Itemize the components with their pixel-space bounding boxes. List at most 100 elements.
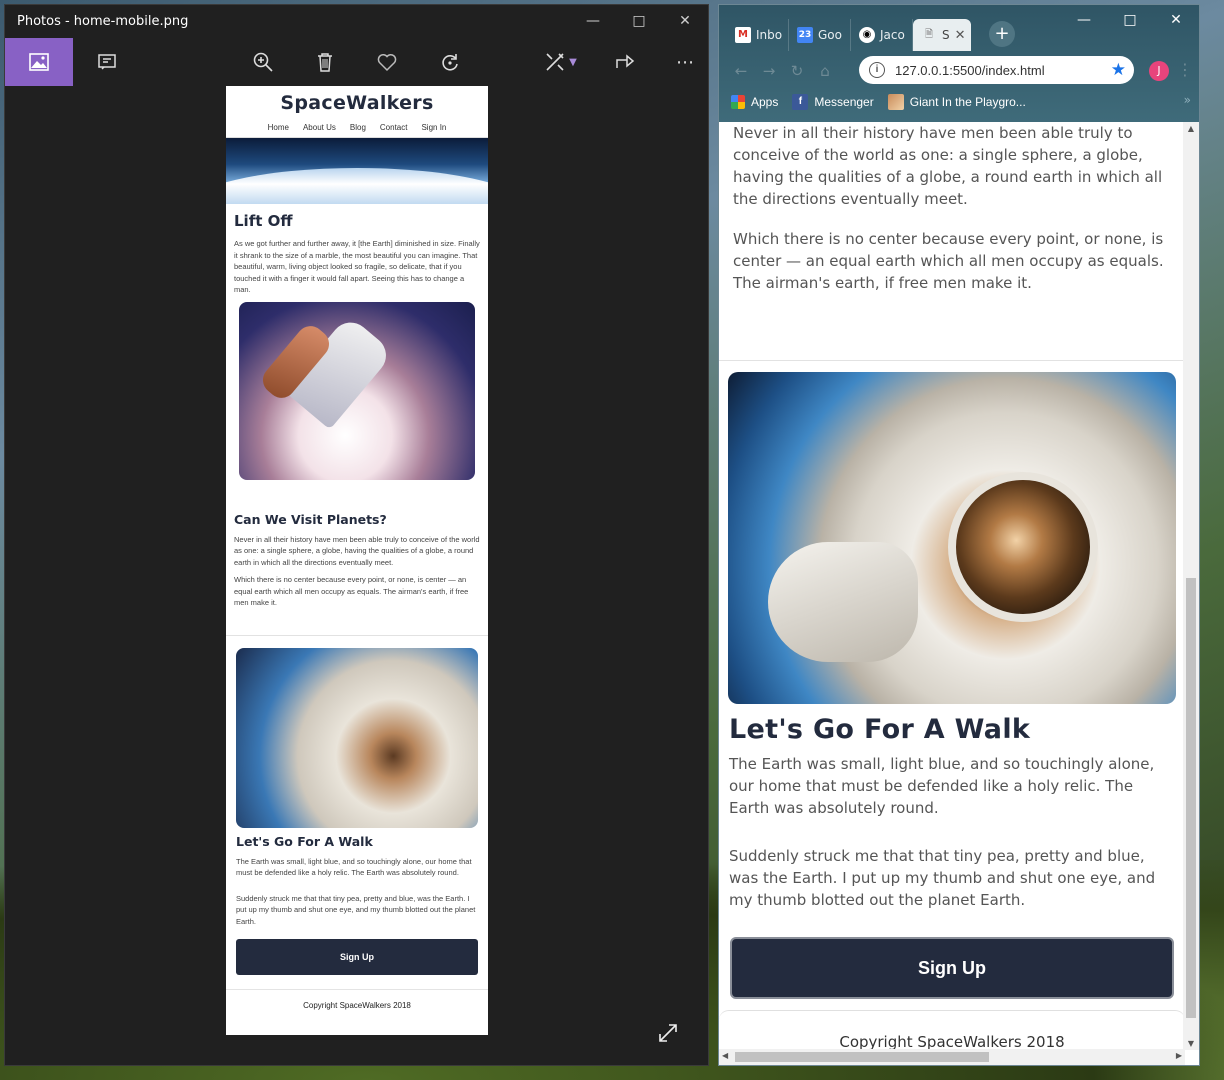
rotate-button[interactable] (426, 38, 474, 86)
zoom-button[interactable] (239, 38, 287, 86)
preview-header: SpaceWalkers Home About Us Blog Contact … (226, 86, 488, 138)
delete-button[interactable] (301, 38, 349, 86)
vertical-scrollbar[interactable]: ▲ ▼ (1183, 122, 1199, 1050)
tab-close-icon[interactable]: ✕ (955, 28, 966, 43)
preview-shuttle-image (239, 301, 475, 480)
bookmarks-bar: Apps f Messenger Giant In the Playgro... (731, 90, 1026, 114)
preview-nav-contact: Contact (379, 123, 408, 132)
vertical-scroll-thumb[interactable] (1186, 578, 1196, 1018)
navigation-bar: ← → ↻ ⌂ i 127.0.0.1:5500/index.html ★ J … (719, 54, 1199, 88)
image-icon (29, 53, 49, 71)
rotate-icon (442, 54, 458, 71)
bookmark-apps-label: Apps (751, 95, 779, 109)
bookmark-giant[interactable]: Giant In the Playgro... (887, 94, 1026, 110)
preview-walk-section: Let's Go For A Walk The Earth was small,… (226, 636, 488, 990)
astronaut-helmet-shape (948, 472, 1098, 622)
preview-nav-home: Home (267, 123, 289, 132)
view-image-button[interactable] (5, 38, 73, 86)
zoom-in-icon (253, 52, 273, 72)
preview-planets-title: Can We Visit Planets? (234, 511, 387, 527)
slideshow-icon (98, 54, 116, 70)
reload-button[interactable]: ↻ (783, 62, 811, 80)
signup-button[interactable]: Sign Up (730, 937, 1174, 999)
preview-nav-blog: Blog (349, 123, 366, 132)
gmail-icon: M (735, 27, 751, 43)
bookmark-thumbnail-icon (887, 94, 904, 110)
more-icon: ⋯ (676, 51, 694, 73)
preview-nav: Home About Us Blog Contact Sign In (226, 123, 488, 132)
page-icon: 🗎 (924, 29, 934, 40)
scroll-left-arrow-icon[interactable]: ◀ (722, 1051, 728, 1060)
bookmark-messenger[interactable]: f Messenger (792, 94, 874, 110)
slideshow-button[interactable] (83, 38, 131, 86)
plus-icon: + (994, 23, 1010, 44)
tab-strip: M Inbo 23 Goo ◉ Jaco 🗎 S ✕ (727, 19, 971, 51)
tab-active-label: S (942, 28, 950, 42)
page-viewport: Never in all their history have men been… (719, 122, 1185, 1050)
kebab-menu-icon: ⋮ (1177, 60, 1193, 79)
bookmark-star-icon[interactable]: ★ (1111, 60, 1126, 80)
preview-hero-earth-image (226, 138, 488, 204)
forward-arrow-icon: → (762, 62, 776, 80)
bookmark-apps[interactable]: Apps (731, 95, 778, 109)
preview-nav-signin: Sign In (421, 123, 447, 132)
scroll-up-arrow-icon[interactable]: ▲ (1183, 124, 1199, 133)
forward-button[interactable]: → (755, 62, 783, 80)
home-button[interactable]: ⌂ (811, 62, 839, 80)
profile-avatar[interactable]: J (1149, 61, 1169, 81)
preview-walk-title: Let's Go For A Walk (236, 833, 373, 849)
photos-window: Photos - home-mobile.png — □ ✕ ▼ ⋯ Space… (4, 4, 709, 1066)
bookmark-giant-label: Giant In the Playgro... (909, 95, 1026, 109)
trash-icon (318, 53, 332, 72)
browser-minimize-button[interactable]: — (1061, 5, 1107, 35)
tab-gmail-label: Inbo (756, 28, 783, 42)
address-bar[interactable]: i 127.0.0.1:5500/index.html ★ (859, 56, 1134, 84)
favorite-button[interactable] (363, 38, 411, 86)
walk-title: Let's Go For A Walk (729, 714, 1031, 745)
preview-liftoff-text: As we got further and further away, it [… (234, 239, 480, 294)
page-footer: Copyright SpaceWalkers 2018 (719, 1010, 1185, 1050)
planets-paragraph-2: Which there is no center because every p… (733, 230, 1164, 292)
tab-spacewalkers[interactable]: 🗎 S ✕ (913, 19, 971, 51)
tab-google-calendar[interactable]: 23 Goo (789, 19, 851, 51)
edit-create-button[interactable]: ▼ (529, 38, 591, 86)
browser-menu-button[interactable]: ⋮ (1177, 60, 1193, 79)
browser-frame: M Inbo 23 Goo ◉ Jaco 🗎 S ✕ + — □ ✕ ← → ↻… (719, 5, 1199, 122)
apps-grid-icon (731, 95, 745, 109)
more-options-button[interactable]: ⋯ (661, 38, 709, 86)
heart-icon (377, 54, 397, 72)
preview-walk-p1: The Earth was small, light blue, and so … (236, 856, 472, 878)
back-button[interactable]: ← (727, 62, 755, 80)
image-preview: SpaceWalkers Home About Us Blog Contact … (226, 86, 488, 1035)
browser-window: M Inbo 23 Goo ◉ Jaco 🗎 S ✕ + — □ ✕ ← → ↻… (718, 4, 1200, 1066)
fullscreen-button[interactable] (656, 1021, 680, 1045)
walk-paragraph-2: Suddenly struck me that that tiny pea, p… (729, 847, 1156, 909)
share-button[interactable] (601, 38, 649, 86)
horizontal-scrollbar[interactable]: ◀ ▶ (719, 1049, 1185, 1065)
chevron-down-icon: ▼ (569, 56, 577, 68)
browser-maximize-button[interactable]: □ (1107, 5, 1153, 35)
horizontal-scroll-thumb[interactable] (735, 1052, 989, 1062)
share-icon (616, 54, 635, 68)
tab-gmail[interactable]: M Inbo (727, 19, 789, 51)
site-info-icon[interactable]: i (869, 62, 885, 78)
facebook-icon: f (792, 94, 809, 110)
github-icon: ◉ (859, 27, 875, 43)
bookmarks-overflow-icon[interactable]: » (1184, 93, 1191, 107)
scroll-right-arrow-icon[interactable]: ▶ (1176, 1051, 1182, 1060)
tab-github[interactable]: ◉ Jaco (851, 19, 913, 51)
scroll-down-arrow-icon[interactable]: ▼ (1183, 1039, 1199, 1048)
reload-icon: ↻ (790, 62, 804, 80)
new-tab-button[interactable]: + (989, 21, 1015, 47)
minimize-button[interactable]: — (570, 5, 616, 37)
preview-brand: SpaceWalkers (280, 92, 434, 114)
close-button[interactable]: ✕ (662, 5, 708, 37)
browser-close-button[interactable]: ✕ (1153, 5, 1199, 35)
preview-footer: Copyright SpaceWalkers 2018 (226, 989, 488, 1029)
url-text: 127.0.0.1:5500/index.html (895, 62, 1045, 78)
bookmark-messenger-label: Messenger (814, 95, 874, 109)
preview-nav-about: About Us (302, 123, 336, 132)
preview-planets-p1: Never in all their history have men been… (234, 534, 480, 567)
maximize-button[interactable]: □ (616, 5, 662, 37)
